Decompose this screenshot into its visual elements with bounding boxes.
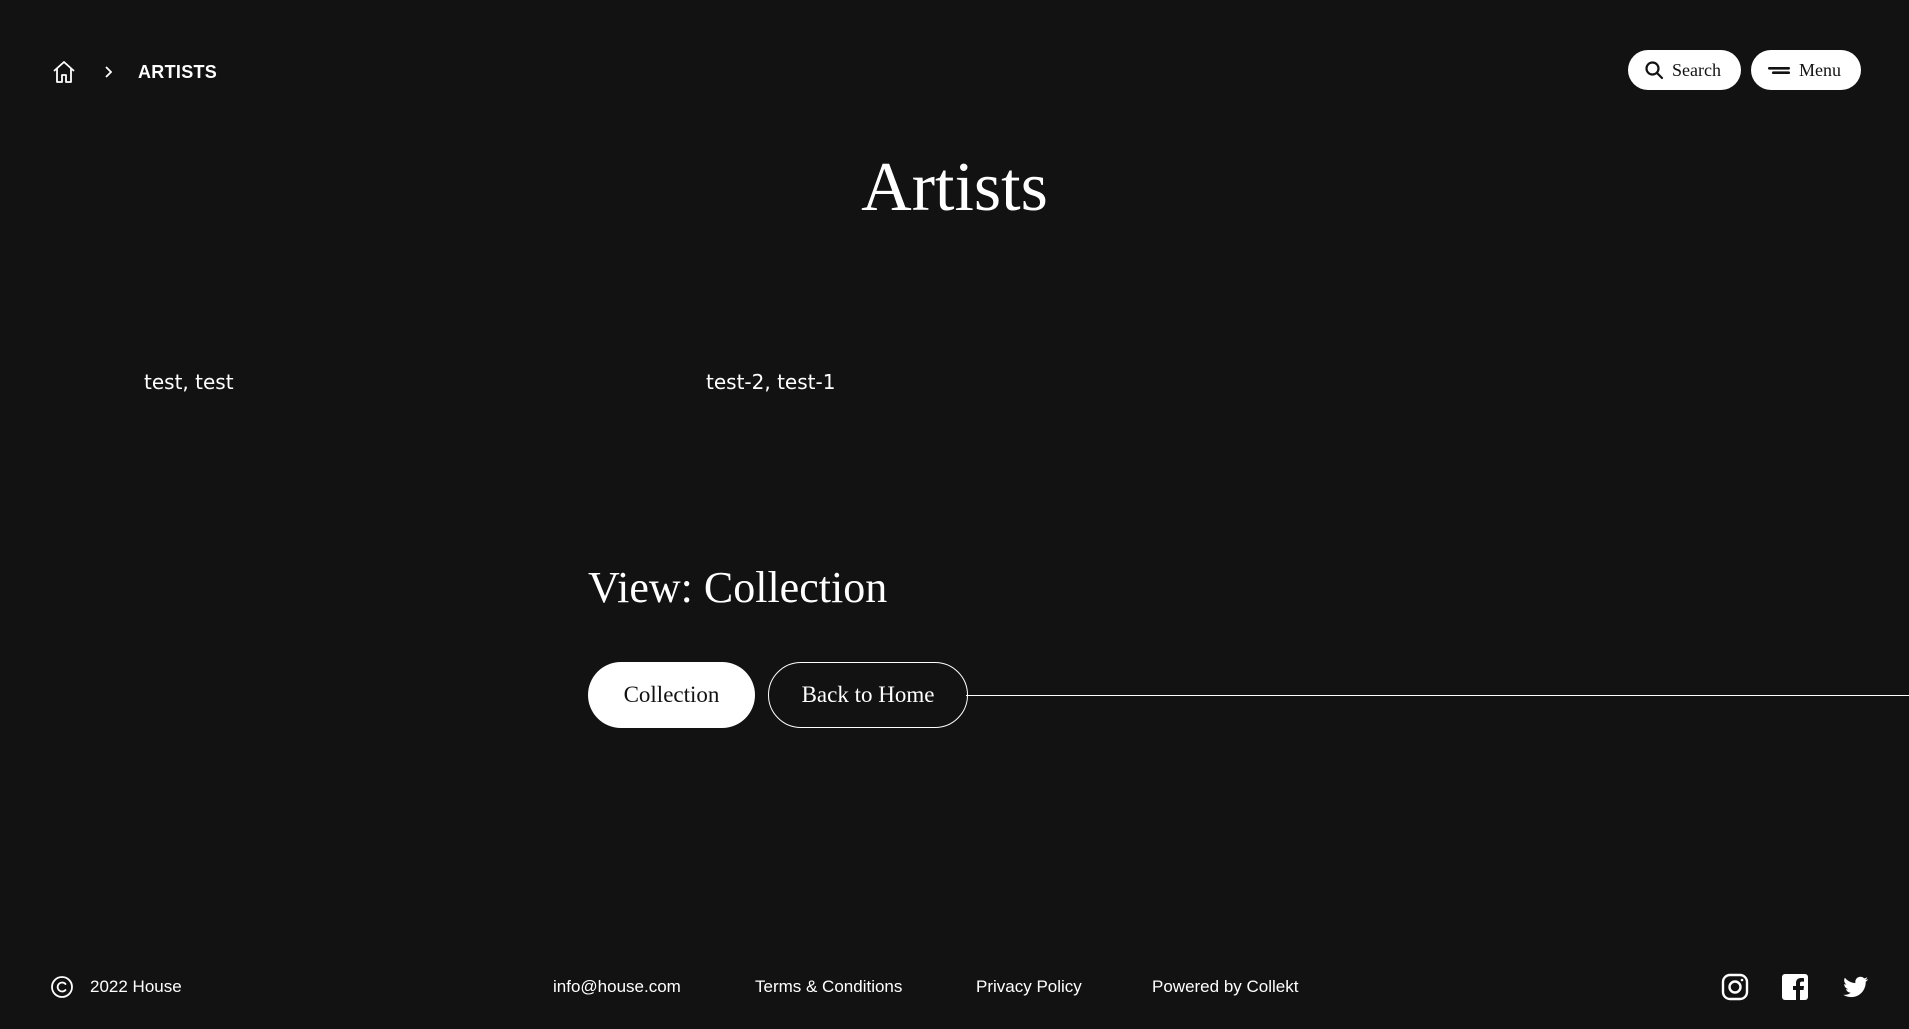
page-title: Artists — [861, 149, 1048, 226]
chevron-right-icon — [100, 64, 116, 80]
header-actions: Search Menu — [1628, 50, 1861, 90]
menu-icon — [1767, 60, 1791, 80]
twitter-icon[interactable] — [1840, 972, 1870, 1002]
breadcrumb-current: ARTISTS — [138, 61, 218, 82]
breadcrumb: ARTISTS — [50, 58, 217, 86]
instagram-icon[interactable] — [1720, 972, 1750, 1002]
footer-powered-by-link[interactable]: Powered by Collekt — [1152, 970, 1298, 1004]
artist-link[interactable]: test-2, test-1 — [706, 368, 835, 396]
search-label: Search — [1672, 59, 1721, 80]
facebook-icon[interactable] — [1780, 972, 1810, 1002]
footer-privacy-link[interactable]: Privacy Policy — [976, 970, 1082, 1004]
menu-label: Menu — [1799, 59, 1841, 80]
divider-line — [966, 695, 1909, 696]
search-icon — [1644, 60, 1664, 80]
view-button-row: Collection Back to Home — [588, 662, 968, 728]
home-icon[interactable] — [50, 58, 78, 86]
footer-terms-link[interactable]: Terms & Conditions — [755, 970, 902, 1004]
footer: 2022 House info@house.com Terms & Condit… — [0, 970, 1909, 1004]
back-to-home-button[interactable]: Back to Home — [768, 662, 968, 728]
footer-email-link[interactable]: info@house.com — [553, 970, 681, 1004]
artist-link[interactable]: test, test — [144, 368, 234, 396]
view-heading: View: Collection — [588, 563, 888, 612]
search-button[interactable]: Search — [1628, 50, 1741, 90]
menu-button[interactable]: Menu — [1751, 50, 1861, 90]
copyright-icon — [50, 975, 74, 999]
copyright-text: 2022 House — [90, 977, 182, 996]
collection-button[interactable]: Collection — [588, 662, 755, 728]
